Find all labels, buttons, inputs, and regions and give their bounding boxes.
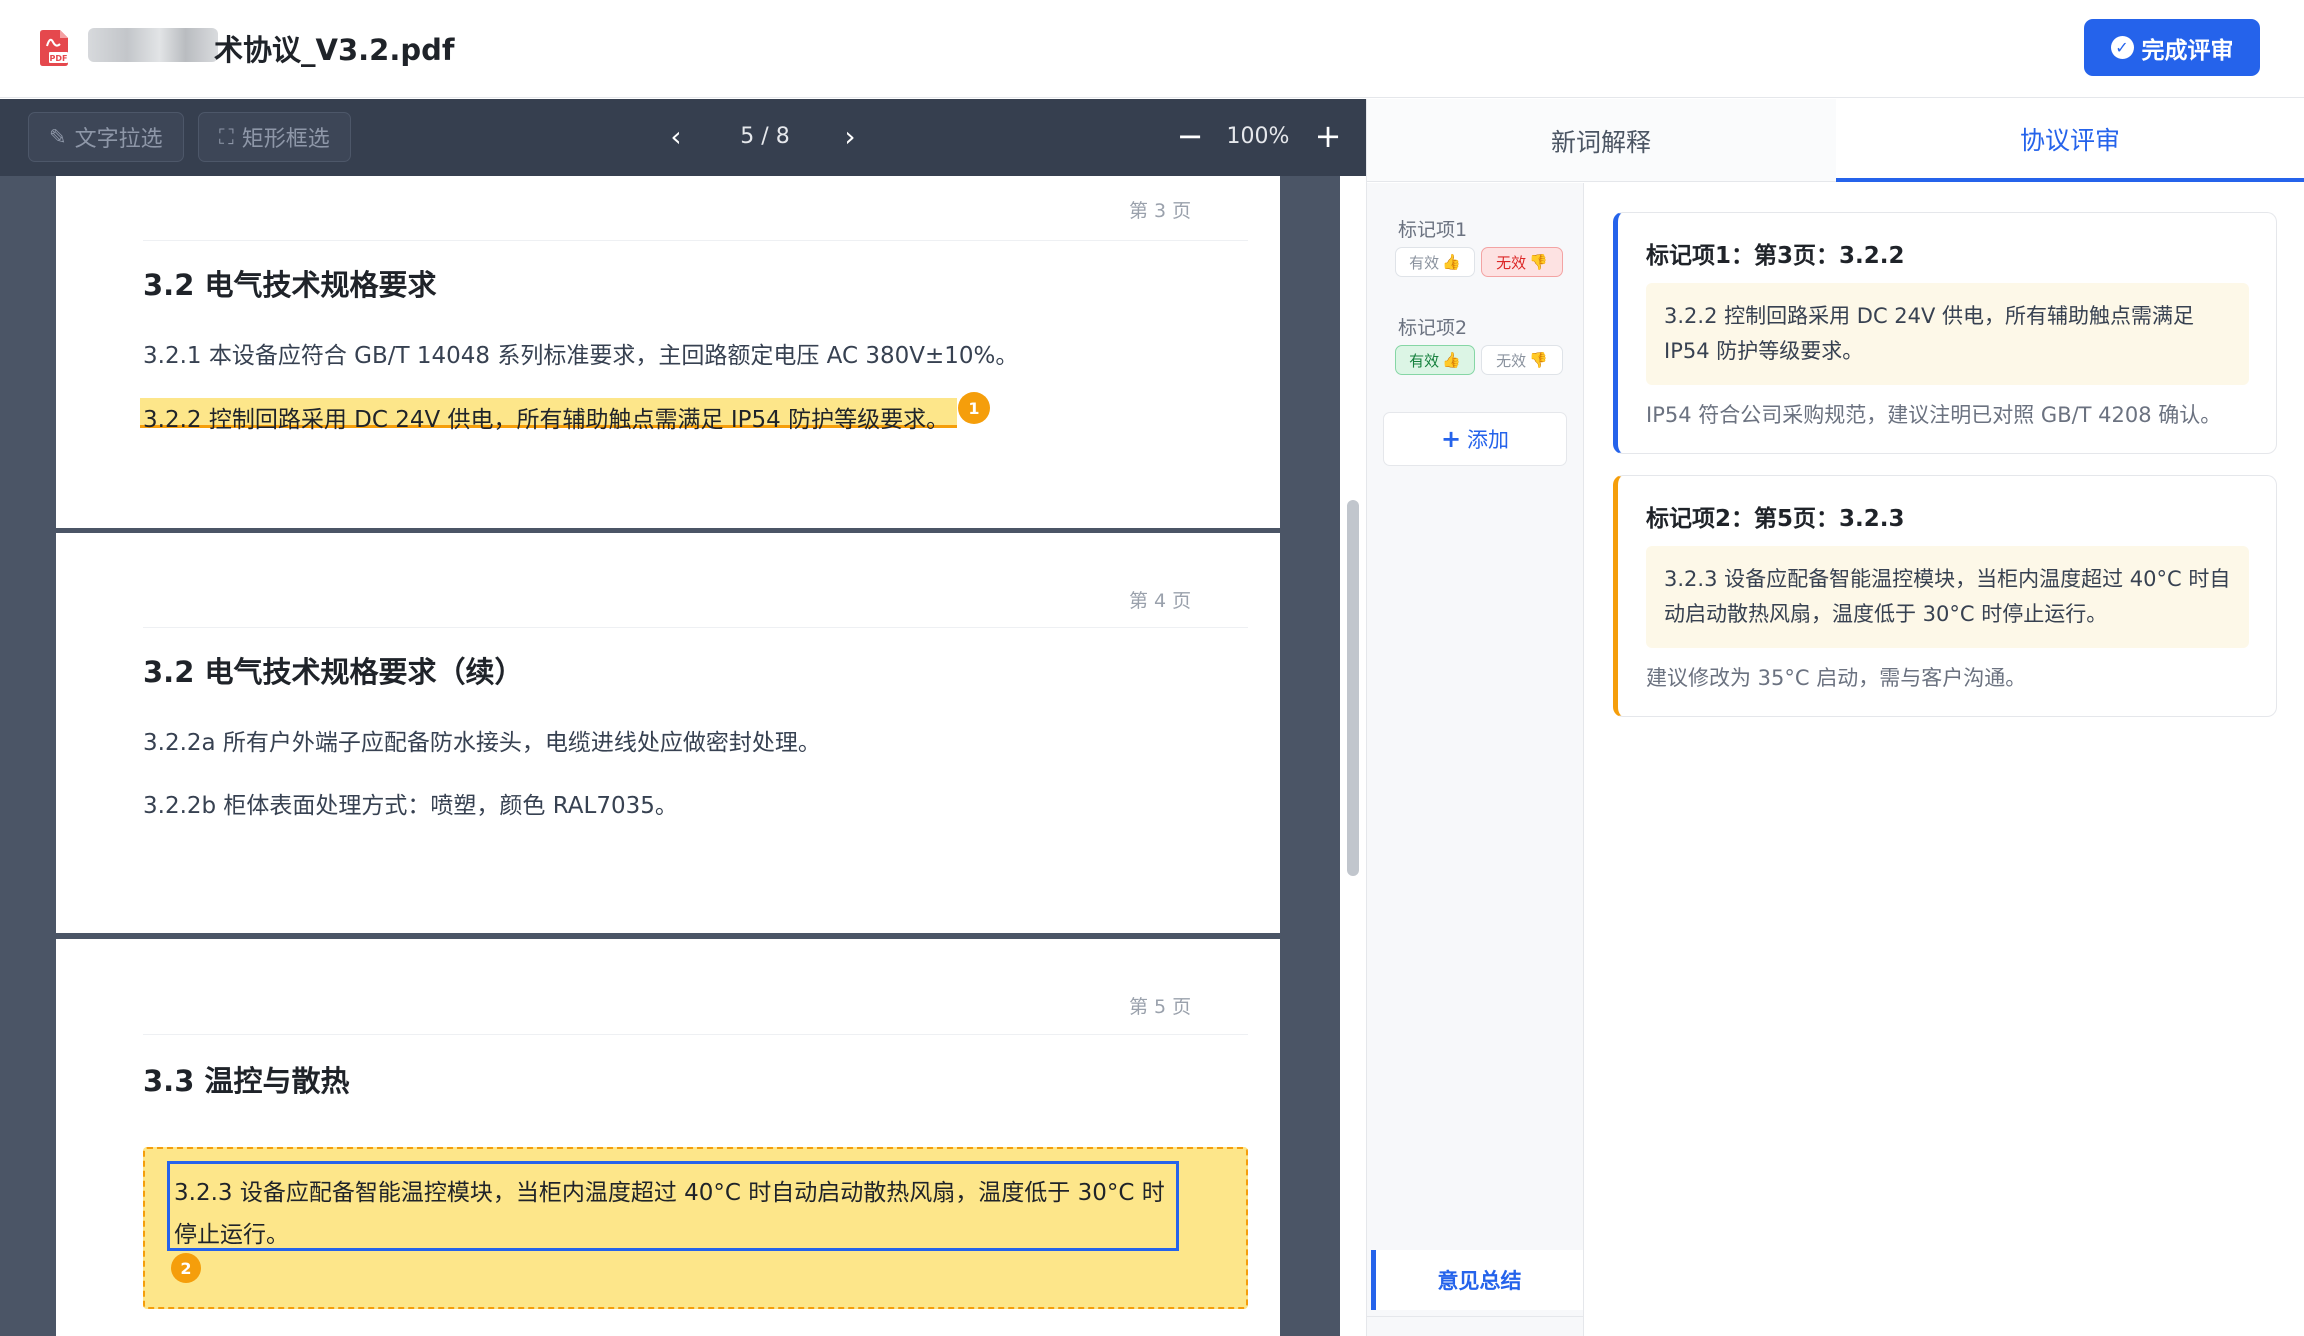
thumbs-up-icon: 👍 — [1442, 253, 1461, 271]
valid-vote-button[interactable]: 有效 👍 — [1395, 345, 1475, 375]
invalid-vote-button[interactable]: 无效 👎 — [1481, 345, 1563, 375]
card-quote: 3.2.2 控制回路采用 DC 24V 供电，所有辅助触点需满足 IP54 防护… — [1646, 283, 2249, 385]
thumbs-down-icon: 👎 — [1529, 351, 1548, 369]
card-comment: 建议修改为 35°C 启动，需与客户沟通。 — [1646, 666, 2027, 690]
page-divider — [143, 1034, 1248, 1035]
card-quote: 3.2.3 设备应配备智能温控模块，当柜内温度超过 40°C 时自动启动散热风扇… — [1646, 546, 2249, 648]
section-title: 3.3 温控与散热 — [143, 1064, 350, 1098]
highlighted-paragraph: 3.2.3 设备应配备智能温控模块，当柜内温度超过 40°C 时自动启动散热风扇… — [174, 1172, 1174, 1256]
check-circle-icon: ✓ — [2110, 36, 2134, 59]
finish-review-button[interactable]: ✓ 完成评审 — [2084, 19, 2260, 76]
paragraph: 3.2.1 本设备应符合 GB/T 14048 系列标准要求，主回路额定电压 A… — [143, 343, 1019, 369]
pdf-page: 第 3 页 3.2 电气技术规格要求 3.2.1 本设备应符合 GB/T 140… — [56, 176, 1280, 528]
summary-divider — [1367, 1316, 1583, 1317]
page-divider — [143, 240, 1248, 241]
valid-label: 有效 — [1409, 253, 1440, 272]
svg-text:PDF: PDF — [50, 54, 68, 63]
prev-page-button[interactable]: ‹ — [660, 121, 692, 153]
page-number-label: 第 4 页 — [1129, 590, 1192, 612]
review-card[interactable]: 标记项2：第5页：3.2.3 3.2.3 设备应配备智能温控模块，当柜内温度超过… — [1613, 475, 2277, 717]
scrollbar-thumb[interactable] — [1347, 500, 1359, 876]
app-header: PDF 术协议_V3.2.pdf ✓ 完成评审 — [0, 0, 2304, 98]
crop-icon: ⛶ — [219, 124, 234, 149]
plus-icon: + — [1440, 425, 1462, 453]
invalid-label: 无效 — [1496, 253, 1527, 272]
page-indicator: 5 / 8 — [740, 124, 790, 149]
valid-label: 有效 — [1409, 351, 1440, 370]
app-window: PDF 术协议_V3.2.pdf ✓ 完成评审 ✎ 文字拉选 ⛶ 矩形框选 ‹ … — [0, 0, 2304, 1336]
card-title: 标记项1：第3页：3.2.2 — [1646, 243, 1905, 269]
highlighted-paragraph[interactable]: 3.2.2 控制回路采用 DC 24V 供电，所有辅助触点需满足 IP54 防护… — [143, 400, 949, 434]
rect-selection-box[interactable]: 3.2.3 设备应配备智能温控模块，当柜内温度超过 40°C 时自动启动散热风扇… — [167, 1161, 1179, 1251]
pdf-toolbar: ✎ 文字拉选 ⛶ 矩形框选 ‹ 5 / 8 › − 100% + — [0, 99, 1366, 176]
section-title: 3.2 电气技术规格要求 — [143, 268, 437, 302]
pen-icon: ✎ — [49, 125, 67, 149]
panel-tabs: 新词解释 协议评审 — [1367, 99, 2304, 182]
pdf-file-icon: PDF — [40, 30, 68, 66]
card-comment: IP54 符合公司采购规范，建议注明已对照 GB/T 4208 确认。 — [1646, 403, 2222, 427]
valid-vote-button[interactable]: 有效 👍 — [1395, 247, 1475, 277]
invalid-vote-button[interactable]: 无效 👎 — [1481, 247, 1563, 277]
highlight-mark-2[interactable]: 3.2.3 设备应配备智能温控模块，当柜内温度超过 40°C 时自动启动散热风扇… — [143, 1147, 1248, 1309]
pdf-page: 第 5 页 3.3 温控与散热 3.2.3 设备应配备智能温控模块，当柜内温度超… — [56, 939, 1280, 1336]
mark-item-label[interactable]: 标记项2 — [1398, 313, 1467, 340]
mark-list: 标记项1 有效 👍 无效 👎 标记项2 有效 👍 无效 👎 + 添加 意见总结 — [1367, 183, 1584, 1336]
add-mark-button[interactable]: + 添加 — [1383, 412, 1567, 466]
pdf-page: 第 4 页 3.2 电气技术规格要求（续） 3.2.2a 所有户外端子应配备防水… — [56, 533, 1280, 933]
card-title: 标记项2：第5页：3.2.3 — [1646, 506, 1905, 532]
zoom-in-button[interactable]: + — [1312, 120, 1344, 153]
paragraph: 3.2.2a 所有户外端子应配备防水接头，电缆进线处应做密封处理。 — [143, 730, 821, 756]
review-card[interactable]: 标记项1：第3页：3.2.2 3.2.2 控制回路采用 DC 24V 供电，所有… — [1613, 212, 2277, 454]
paragraph: 3.2.2b 柜体表面处理方式：喷塑，颜色 RAL7035。 — [143, 793, 678, 819]
review-panel: 新词解释 协议评审 标记项1 有效 👍 无效 👎 标记项2 有效 👍 无效 👎 + 添加 — [1366, 99, 2304, 1336]
rect-select-button[interactable]: ⛶ 矩形框选 — [198, 112, 351, 162]
thumbs-down-icon: 👎 — [1529, 253, 1548, 271]
pdf-viewer[interactable]: 第 3 页 3.2 电气技术规格要求 3.2.1 本设备应符合 GB/T 140… — [0, 176, 1366, 1336]
zoom-level: 100% — [1226, 124, 1290, 149]
document-title: 术协议_V3.2.pdf — [214, 33, 455, 67]
redacted-title-prefix — [88, 28, 218, 62]
text-select-label: 文字拉选 — [74, 127, 163, 152]
zoom-out-button[interactable]: − — [1174, 120, 1206, 153]
viewer-scrollbar[interactable] — [1340, 176, 1366, 1336]
highlight-line: 3.2.3 设备应配备智能温控模块，当柜内温度超过 40°C 时自动启动散热风扇… — [174, 1180, 1165, 1206]
text-select-button[interactable]: ✎ 文字拉选 — [28, 112, 184, 162]
mark-badge-1[interactable]: 1 — [958, 392, 990, 424]
page-number-label: 第 3 页 — [1129, 200, 1192, 222]
mark-item-label[interactable]: 标记项1 — [1398, 215, 1467, 242]
highlight-line: 停止运行。 — [174, 1222, 289, 1248]
invalid-label: 无效 — [1496, 351, 1527, 370]
tab-glossary[interactable]: 新词解释 — [1367, 99, 1835, 182]
section-title: 3.2 电气技术规格要求（续） — [143, 655, 524, 689]
mark-badge-2[interactable]: 2 — [171, 1253, 201, 1283]
thumbs-up-icon: 👍 — [1442, 351, 1461, 369]
rect-select-label: 矩形框选 — [241, 127, 330, 152]
finish-review-label: 完成评审 — [2141, 37, 2234, 64]
next-page-button[interactable]: › — [834, 121, 866, 153]
page-number-label: 第 5 页 — [1129, 996, 1192, 1018]
page-divider — [143, 627, 1248, 628]
tab-review[interactable]: 协议评审 — [1836, 99, 2304, 182]
summary-tab[interactable]: 意见总结 — [1371, 1250, 1583, 1310]
add-label: 添加 — [1467, 428, 1510, 452]
